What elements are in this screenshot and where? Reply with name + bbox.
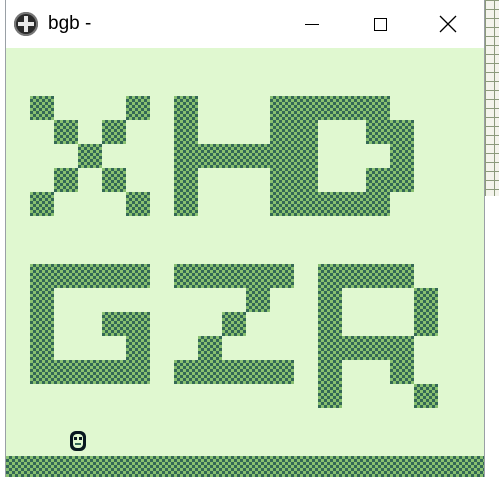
letter-tile-g [30,264,54,288]
letter-tile-r [414,288,438,312]
letter-tile-d [294,144,318,168]
letter-tile-r [390,264,414,288]
letter-tile-r [318,336,342,360]
letter-tile-g [78,264,102,288]
letter-tile-d [318,192,342,216]
close-button[interactable] [414,0,482,48]
letter-tile-g [54,360,78,384]
window-title: bgb - [48,13,92,34]
letter-tile-z [174,264,198,288]
letter-tile-h [270,120,294,144]
letter-tile-h [174,120,198,144]
letter-tile-x [102,120,126,144]
letter-tile-r [390,336,414,360]
letter-tile-d [366,120,390,144]
letter-tile-d [390,120,414,144]
letter-tile-h [174,144,198,168]
letter-tile-g [102,360,126,384]
letter-tile-g [126,336,150,360]
letter-tile-d [390,144,414,168]
ground-floor [6,456,484,477]
letter-tile-g [102,264,126,288]
letter-tile-g [126,360,150,384]
letter-tile-d [294,96,318,120]
letter-tile-z [198,336,222,360]
letter-tile-r [318,360,342,384]
letter-tile-z [246,264,270,288]
minimize-icon [305,23,319,25]
dpad-icon [14,12,38,36]
letter-tile-h [270,144,294,168]
letter-tile-d [294,120,318,144]
letter-tile-x [54,120,78,144]
background-grid [485,0,499,196]
letter-tile-x [30,96,54,120]
letter-tile-g [30,312,54,336]
letter-tile-g [30,288,54,312]
letter-tile-r [318,264,342,288]
letter-tile-r [414,312,438,336]
emulator-window: bgb - [5,0,485,477]
letter-tile-g [54,264,78,288]
letter-tile-x [54,168,78,192]
letter-tile-d [390,168,414,192]
letter-tile-r [342,336,366,360]
letter-tile-d [366,168,390,192]
letter-tile-r [318,312,342,336]
close-icon [439,15,457,33]
letter-tile-h [270,192,294,216]
letter-tile-z [246,360,270,384]
letter-tile-h [270,96,294,120]
letter-tile-z [198,264,222,288]
letter-tile-d [366,96,390,120]
letter-tile-z [222,312,246,336]
letter-tile-g [78,360,102,384]
minimize-button[interactable] [278,0,346,48]
title-bar[interactable]: bgb - [6,0,484,48]
letter-tile-d [342,192,366,216]
letter-tile-h [246,144,270,168]
letter-tile-d [294,168,318,192]
letter-tile-r [366,264,390,288]
letter-tile-h [198,144,222,168]
letter-tile-g [126,264,150,288]
player-sprite [70,431,86,451]
letter-tile-z [222,360,246,384]
letter-tile-d [318,96,342,120]
letter-tile-x [126,192,150,216]
letter-tile-z [222,264,246,288]
game-screen[interactable] [6,48,484,477]
letter-tile-g [30,336,54,360]
letter-tile-d [366,192,390,216]
letter-tile-d [294,192,318,216]
letter-tile-r [318,384,342,408]
letter-tile-z [174,360,198,384]
letter-tile-x [78,144,102,168]
letter-tile-x [102,168,126,192]
letter-tile-r [390,360,414,384]
letter-tile-g [102,312,126,336]
maximize-icon [373,17,387,31]
letter-tile-r [318,288,342,312]
letter-tile-h [174,96,198,120]
letter-tile-h [174,192,198,216]
letter-tile-x [126,96,150,120]
letter-tile-z [270,264,294,288]
letter-tile-z [270,360,294,384]
letter-tile-h [174,168,198,192]
letter-tile-z [198,360,222,384]
letter-tile-d [342,96,366,120]
letter-tile-g [126,312,150,336]
letter-tile-h [222,144,246,168]
letter-tile-r [414,384,438,408]
letter-tile-r [366,336,390,360]
letter-tile-h [270,168,294,192]
letter-tile-z [246,288,270,312]
maximize-button[interactable] [346,0,414,48]
letter-tile-g [30,360,54,384]
letter-tile-r [342,264,366,288]
letter-tile-x [30,192,54,216]
